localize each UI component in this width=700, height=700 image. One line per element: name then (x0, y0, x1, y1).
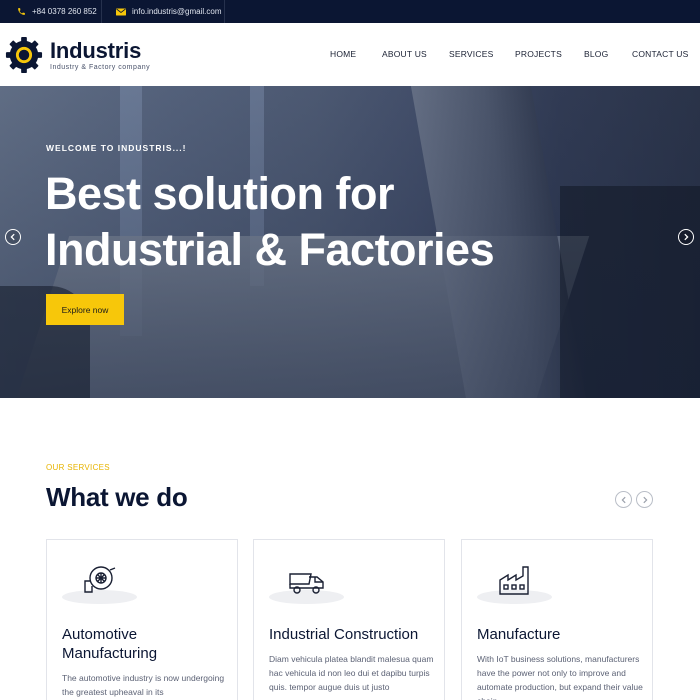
services-prev-button[interactable] (615, 491, 632, 508)
email-address: info.industris@gmail.com (132, 7, 222, 16)
hero-kicker: WELCOME TO INDUSTRIS...! (46, 143, 187, 153)
top-bar: +84 0378 260 852 info.industris@gmail.co… (0, 0, 700, 23)
topbar-divider (101, 0, 102, 23)
factory-icon (497, 562, 537, 602)
dump-truck-icon (287, 562, 327, 602)
service-description: Diam vehicula platea blandit malesua qua… (269, 654, 434, 692)
services-kicker: OUR SERVICES (46, 463, 110, 472)
chevron-right-icon (641, 491, 649, 509)
phone-icon (17, 7, 26, 16)
service-title: Automotive Manufacturing (62, 626, 158, 662)
slider-next-button[interactable] (678, 229, 694, 245)
mail-icon (116, 8, 126, 16)
hero-title: Best solution for Industrial & Factories (45, 166, 565, 278)
slider-prev-button[interactable] (5, 229, 21, 245)
chevron-left-icon (9, 228, 17, 246)
service-description: With IoT business solutions, manufacture… (477, 654, 643, 700)
site-header: Industris Industry & Factory company HOM… (0, 23, 700, 86)
turbine-icon (80, 562, 120, 602)
nav-item-blog[interactable]: BLOG (584, 49, 608, 59)
hero-slider: WELCOME TO INDUSTRIS...! Best solution f… (0, 86, 700, 398)
hero-title-line-1: Best solution for (45, 168, 395, 219)
nav-item-services[interactable]: SERVICES (449, 49, 493, 59)
email-contact[interactable]: info.industris@gmail.com (116, 0, 221, 23)
nav-item-about-us[interactable]: ABOUT US (382, 49, 427, 59)
chevron-right-icon (682, 228, 690, 246)
service-card[interactable]: Industrial Construction Diam vehicula pl… (253, 539, 445, 700)
topbar-divider (224, 0, 225, 23)
services-title: What we do (46, 482, 188, 512)
site-logo[interactable]: Industris Industry & Factory company (5, 36, 150, 74)
brand-tagline: Industry & Factory company (50, 63, 151, 71)
phone-number: +84 0378 260 852 (32, 7, 97, 16)
hero-title-line-2: Industrial & Factories (45, 224, 495, 275)
brand-name: Industris (50, 37, 142, 63)
nav-item-projects[interactable]: PROJECTS (515, 49, 562, 59)
services-next-button[interactable] (636, 491, 653, 508)
nav-item-contact-us[interactable]: CONTACT US (632, 49, 688, 59)
service-card[interactable]: Manufacture With IoT business solutions,… (461, 539, 653, 700)
explore-now-button[interactable]: Explore now (46, 294, 124, 325)
service-description: The automotive industry is now undergoin… (62, 673, 225, 697)
nav-item-home[interactable]: HOME (330, 49, 356, 59)
service-card[interactable]: Automotive Manufacturing The automotive … (46, 539, 238, 700)
service-title: Manufacture (477, 626, 561, 643)
chevron-left-icon (620, 491, 628, 509)
phone-contact[interactable]: +84 0378 260 852 (17, 0, 97, 23)
brand-text: Industris Industry & Factory company (50, 37, 151, 71)
gear-logo-icon (5, 36, 43, 74)
service-title: Industrial Construction (269, 626, 419, 643)
